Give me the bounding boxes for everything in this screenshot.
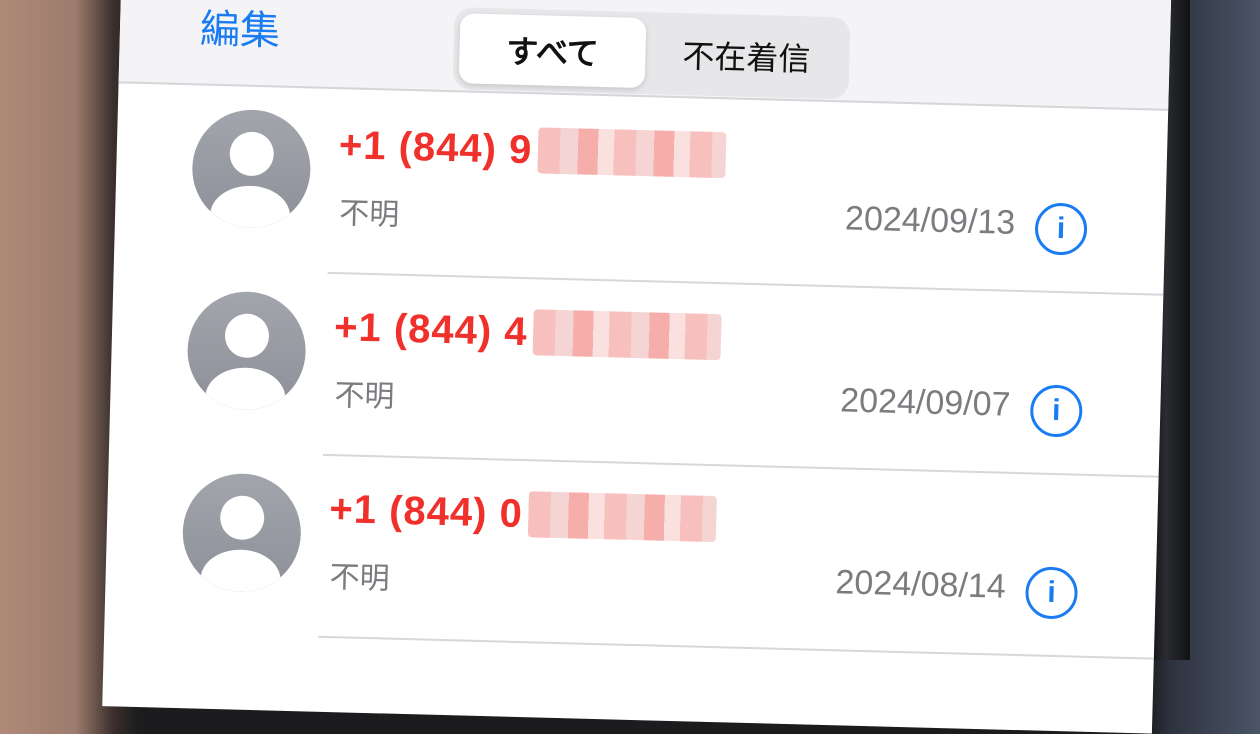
segment-all[interactable]: すべて: [458, 13, 647, 89]
redacted-digits: [537, 127, 727, 179]
caller-label: 不明: [338, 197, 400, 232]
phone-number: +1 (844) 0: [328, 486, 718, 543]
info-icon[interactable]: i: [1034, 202, 1088, 256]
contact-avatar-icon: [181, 472, 303, 594]
phone-number: +1 (844) 9: [338, 122, 727, 179]
redacted-digits: [528, 491, 718, 543]
info-icon[interactable]: i: [1029, 384, 1083, 438]
segment-missed[interactable]: 不在着信: [653, 18, 841, 93]
call-list-row[interactable]: +1 (844) 0 不明 2024/08/14 i: [104, 450, 1158, 660]
contact-avatar-icon: [190, 108, 312, 230]
call-date: 2024/09/13: [844, 199, 1016, 242]
row-divider: [318, 635, 1154, 660]
phone-number-text: +1 (844) 9: [338, 122, 533, 172]
redacted-digits: [533, 309, 723, 361]
edit-button[interactable]: 編集: [199, 0, 280, 57]
phone-number: +1 (844) 4: [333, 304, 723, 361]
call-list-row[interactable]: +1 (844) 9 不明 2024/09/13 i: [114, 86, 1168, 296]
call-date: 2024/09/07: [839, 381, 1011, 424]
call-date: 2024/08/14: [835, 563, 1007, 606]
info-icon[interactable]: i: [1024, 566, 1079, 620]
phone-number-text: +1 (844) 4: [333, 304, 529, 354]
contact-avatar-icon: [186, 290, 308, 412]
phone-screen: 編集 すべて 不在着信 +1 (844) 9 不明 2024/09/13 i +…: [102, 0, 1172, 734]
caller-label: 不明: [329, 561, 391, 596]
caller-label: 不明: [334, 379, 395, 414]
call-list-row[interactable]: +1 (844) 4 不明 2024/09/07 i: [109, 268, 1163, 478]
call-filter-segmented-control: すべて 不在着信: [452, 7, 851, 100]
phone-number-text: +1 (844) 0: [328, 486, 524, 536]
